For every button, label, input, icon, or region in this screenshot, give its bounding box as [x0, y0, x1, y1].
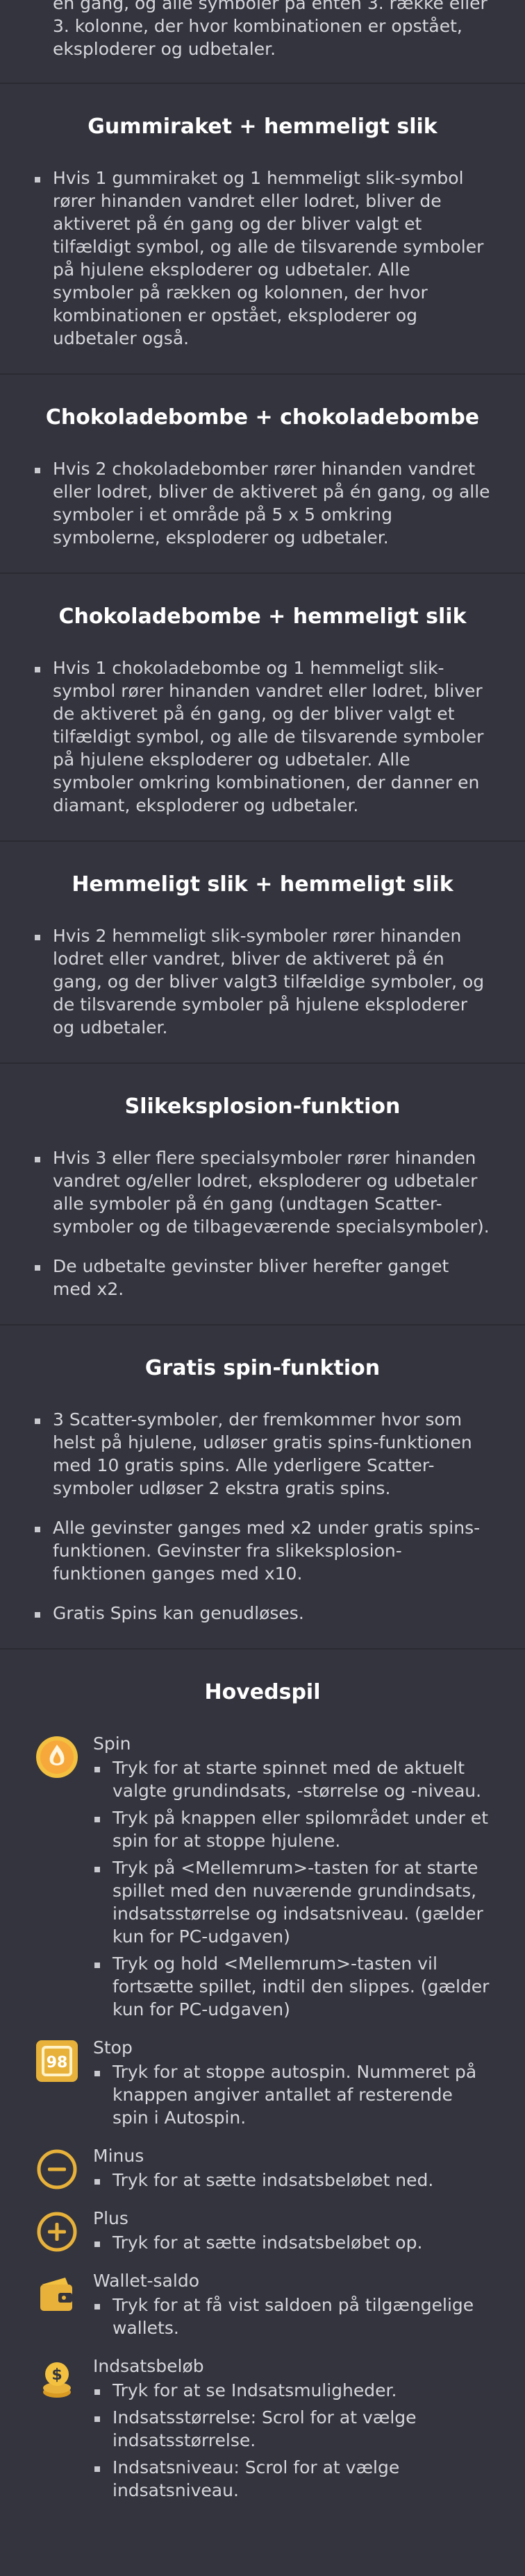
feature-name: Minus [93, 2146, 144, 2166]
section-title: Gummiraket + hemmeligt slik [88, 115, 438, 139]
section-title: Chokoladebombe + hemmeligt slik [58, 604, 467, 629]
section-gummiraket-hemmeligt-slik: Gummiraket + hemmeligt slik Hvis 1 gummi… [0, 84, 525, 375]
rule-item: 3 Scatter-symboler, der fremkommer hvor … [33, 1408, 492, 1500]
feature-item: Indsatsniveau: Scrol for at vælge indsat… [93, 2456, 492, 2502]
rule-item: Hvis 1 gummiraket og 1 hemmeligt slik-sy… [33, 167, 492, 350]
rule-item: Hvis 3 eller flere specialsymboler rører… [33, 1146, 492, 1238]
feature-item: Tryk for at starte spinnet med de aktuel… [93, 1756, 492, 1802]
feature-stop: 98 Stop Tryk for at stoppe autospin. Num… [0, 2036, 525, 2129]
rules-page: én gang, og alle symboler på enten 3. ræ… [0, 0, 525, 2502]
rule-item: Hvis 2 hemmeligt slik-symboler rører hin… [33, 924, 492, 1039]
feature-item: Tryk på knappen eller spilområdet under … [93, 1806, 492, 1852]
rule-item: Alle gevinster ganges med x2 under grati… [33, 1516, 492, 1585]
feature-item: Tryk for at se Indsatsmuligheder. [93, 2379, 492, 2402]
intro-text: én gang, og alle symboler på enten 3. ræ… [0, 0, 525, 84]
feature-name: Stop [93, 2037, 133, 2058]
feature-item: Tryk for at få vist saldoen på tilgængel… [93, 2294, 492, 2339]
feature-item: Tryk og hold <Mellemrum>-tasten vil fort… [93, 1952, 492, 2021]
feature-name: Plus [93, 2208, 128, 2228]
feature-item: Tryk for at sætte indsatsbeløbet ned. [93, 2169, 492, 2192]
minus-icon [37, 2149, 77, 2189]
plus-icon [37, 2212, 77, 2252]
section-chokoladebombe-chokoladebombe: Chokoladebombe + chokoladebombe Hvis 2 c… [0, 375, 525, 574]
svg-text:$: $ [51, 2366, 62, 2384]
section-title: Hemmeligt slik + hemmeligt slik [72, 872, 453, 897]
section-hovedspil: Hovedspil Spin Tryk for at starte spinne… [0, 1650, 525, 2502]
feature-wallet: Wallet-saldo Tryk for at få vist saldoen… [0, 2269, 525, 2339]
autospin-count: 98 [47, 2054, 68, 2071]
rule-item: De udbetalte gevinster bliver herefter g… [33, 1255, 492, 1300]
section-chokoladebombe-hemmeligt-slik: Chokoladebombe + hemmeligt slik Hvis 1 c… [0, 574, 525, 842]
feature-item: Tryk på <Mellemrum>-tasten for at starte… [93, 1856, 492, 1948]
section-title: Chokoladebombe + chokoladebombe [45, 405, 480, 430]
feature-name: Indsatsbeløb [93, 2356, 204, 2376]
feature-indsatsbelob: $ Indsatsbeløb Tryk for at se Indsatsmul… [0, 2355, 525, 2502]
section-title: Slikeksplosion-funktion [124, 1094, 401, 1119]
section-title: Hovedspil [204, 1680, 321, 1704]
spin-icon [36, 1736, 78, 1778]
rule-item: Hvis 2 chokoladebomber rører hinanden va… [33, 457, 492, 549]
feature-plus: Plus Tryk for at sætte indsatsbeløbet op… [0, 2207, 525, 2254]
rule-item: Gratis Spins kan genudløses. [33, 1602, 492, 1625]
coins-icon: $ [43, 2362, 71, 2398]
feature-name: Spin [93, 1734, 131, 1754]
feature-spin: Spin Tryk for at starte spinnet med de a… [0, 1732, 525, 2021]
rule-item: Hvis 1 chokoladebombe og 1 hemmeligt sli… [33, 656, 492, 817]
section-slikeksplosion: Slikeksplosion-funktion Hvis 3 eller fle… [0, 1064, 525, 1325]
autospin-stop-icon: 98 [36, 2040, 78, 2082]
feature-item: Indsatsstørrelse: Scrol for at vælge ind… [93, 2406, 492, 2452]
wallet-icon [40, 2278, 72, 2311]
feature-item: Tryk for at stoppe autospin. Nummeret på… [93, 2060, 492, 2129]
section-title: Gratis spin-funktion [144, 1356, 381, 1380]
feature-item: Tryk for at sætte indsatsbeløbet op. [93, 2231, 492, 2254]
feature-name: Wallet-saldo [93, 2271, 199, 2291]
feature-minus: Minus Tryk for at sætte indsatsbeløbet n… [0, 2144, 525, 2192]
section-gratis-spin: Gratis spin-funktion 3 Scatter-symboler,… [0, 1325, 525, 1650]
section-hemmeligt-slik-hemmeligt-slik: Hemmeligt slik + hemmeligt slik Hvis 2 h… [0, 842, 525, 1064]
